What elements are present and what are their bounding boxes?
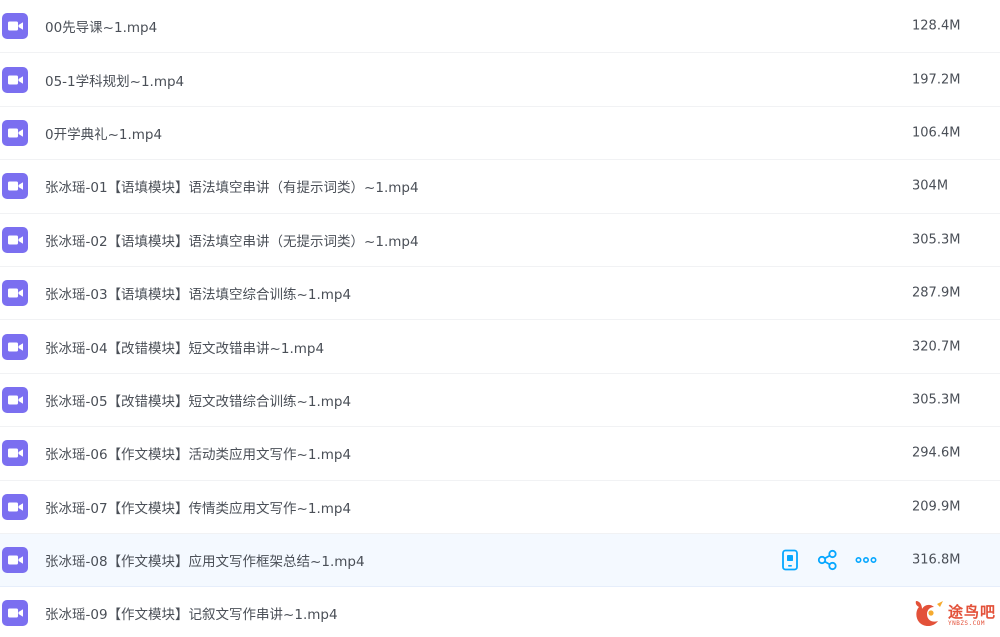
file-size: 316.8M [912, 552, 961, 568]
file-row[interactable]: 张冰瑶-07【作文模块】传情类应用文写作~1.mp4 209.9M [0, 480, 1000, 534]
video-file-icon [2, 547, 28, 574]
file-size: 305.3M [912, 232, 961, 248]
file-row[interactable]: 张冰瑶-03【语填模块】语法填空综合训练~1.mp4 287.9M [0, 266, 1000, 321]
file-name[interactable]: 张冰瑶-03【语填模块】语法填空综合训练~1.mp4 [45, 283, 351, 303]
file-name[interactable]: 张冰瑶-08【作文模块】应用文写作框架总结~1.mp4 [45, 550, 365, 570]
video-file-icon [2, 226, 28, 253]
video-file-icon [2, 600, 28, 627]
row-actions [779, 549, 877, 571]
video-file-icon [2, 333, 28, 360]
watermark-text: 途鸟吧 [947, 602, 996, 621]
file-size: 287.9M [912, 285, 961, 301]
phone-icon[interactable] [779, 549, 801, 571]
file-size: 294.6M [912, 445, 961, 461]
file-row[interactable]: 张冰瑶-09【作文模块】记叙文写作串讲~1.mp4 [0, 587, 1000, 637]
file-name[interactable]: 张冰瑶-02【语填模块】语法填空串讲（无提示词类）~1.mp4 [45, 230, 419, 250]
file-name[interactable]: 张冰瑶-07【作文模块】传情类应用文写作~1.mp4 [45, 497, 351, 517]
file-row[interactable]: 张冰瑶-06【作文模块】活动类应用文写作~1.mp4 294.6M [0, 427, 1000, 481]
bird-logo-icon [910, 597, 946, 633]
file-name[interactable]: 00先导课~1.mp4 [45, 16, 157, 36]
file-row[interactable]: 05-1学科规划~1.mp4 197.2M [0, 53, 1000, 107]
file-row[interactable]: 张冰瑶-02【语填模块】语法填空串讲（无提示词类）~1.mp4 305.3M [0, 213, 1000, 267]
site-watermark: 途鸟吧 YNBZS.COM [910, 597, 996, 633]
file-row[interactable]: 张冰瑶-05【改错模块】短文改错综合训练~1.mp4 305.3M [0, 373, 1000, 428]
file-size: 305.3M [912, 392, 961, 408]
file-name[interactable]: 张冰瑶-05【改错模块】短文改错综合训练~1.mp4 [45, 390, 351, 410]
file-name[interactable]: 张冰瑶-06【作文模块】活动类应用文写作~1.mp4 [45, 443, 351, 463]
video-file-icon [2, 119, 28, 146]
file-row[interactable]: 张冰瑶-04【改错模块】短文改错串讲~1.mp4 320.7M [0, 320, 1000, 374]
file-name[interactable]: 0开学典礼~1.mp4 [45, 123, 162, 143]
file-row[interactable]: 张冰瑶-01【语填模块】语法填空串讲（有提示词类）~1.mp4 304M [0, 160, 1000, 214]
file-size: 106.4M [912, 125, 961, 141]
file-name[interactable]: 张冰瑶-01【语填模块】语法填空串讲（有提示词类）~1.mp4 [45, 176, 419, 196]
file-row-hovered[interactable]: 张冰瑶-08【作文模块】应用文写作框架总结~1.mp4 316.8M [0, 533, 1000, 588]
file-size: 128.4M [912, 18, 961, 34]
file-name[interactable]: 张冰瑶-04【改错模块】短文改错串讲~1.mp4 [45, 337, 324, 357]
file-name[interactable]: 张冰瑶-09【作文模块】记叙文写作串讲~1.mp4 [45, 603, 338, 623]
file-size: 320.7M [912, 339, 961, 355]
file-name[interactable]: 05-1学科规划~1.mp4 [45, 70, 184, 90]
file-size: 197.2M [912, 72, 961, 88]
video-file-icon [2, 13, 28, 40]
watermark-url: YNBZS.COM [947, 619, 985, 627]
file-size: 209.9M [912, 499, 961, 515]
file-row[interactable]: 00先导课~1.mp4 128.4M [0, 0, 1000, 54]
video-file-icon [2, 280, 28, 307]
file-row[interactable]: 0开学典礼~1.mp4 106.4M [0, 106, 1000, 161]
video-file-icon [2, 493, 28, 520]
file-list: 00先导课~1.mp4 128.4M 05-1学科规划~1.mp4 197.2M… [0, 0, 1000, 637]
file-size: 304M [912, 178, 949, 194]
video-file-icon [2, 173, 28, 200]
video-file-icon [2, 386, 28, 413]
share-icon[interactable] [817, 549, 839, 571]
video-file-icon [2, 66, 28, 93]
video-file-icon [2, 440, 28, 467]
more-icon[interactable] [855, 549, 877, 571]
